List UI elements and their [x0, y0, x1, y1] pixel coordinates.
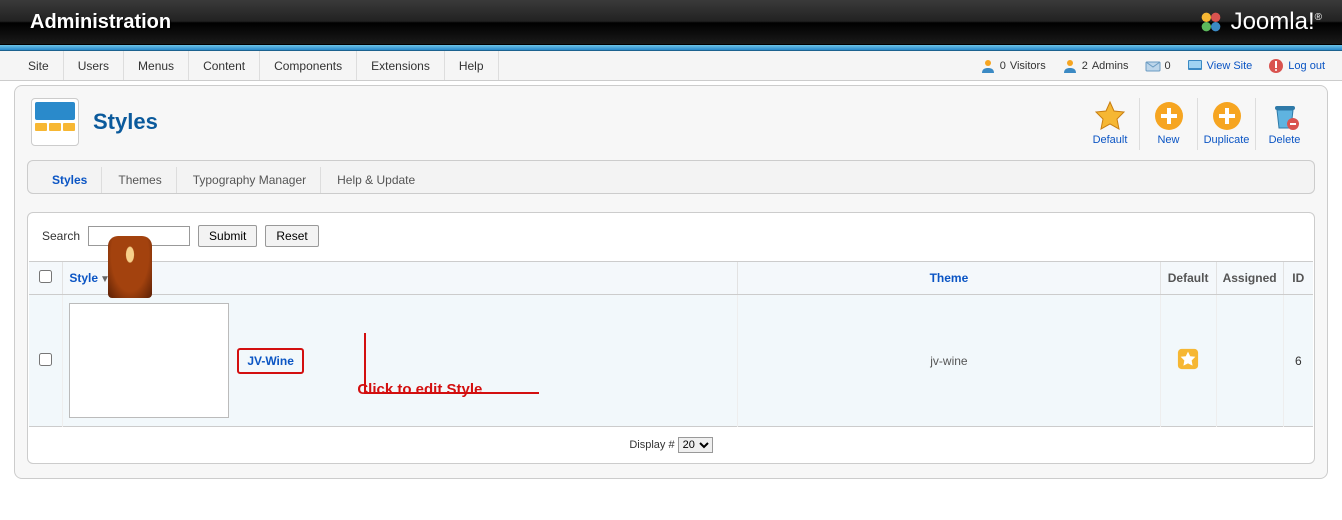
annotation-text: Click to edit Style [357, 381, 482, 398]
menu-menus[interactable]: Menus [124, 51, 189, 80]
new-label: New [1157, 134, 1179, 146]
admin-title: Administration [30, 11, 171, 34]
delete-button[interactable]: Delete [1255, 98, 1313, 150]
tab-themes[interactable]: Themes [104, 167, 176, 193]
duplicate-label: Duplicate [1204, 134, 1250, 146]
display-label: Display # [629, 439, 674, 451]
plus-icon [1153, 100, 1185, 132]
content-box: Search Submit Reset Style▼ Theme Default… [27, 212, 1315, 464]
col-id[interactable]: ID [1283, 262, 1313, 295]
admins-label: Admins [1092, 60, 1129, 72]
logout-icon [1268, 58, 1284, 74]
admins-count: 2 [1082, 60, 1088, 72]
menu-bar: Site Users Menus Content Components Exte… [0, 51, 1342, 81]
status-bar: 0 Visitors 2 Admins 0 View Site Log out [975, 51, 1342, 80]
delete-label: Delete [1269, 134, 1301, 146]
main-menu: Site Users Menus Content Components Exte… [0, 51, 499, 80]
user-icon [980, 58, 996, 74]
assigned-cell [1216, 295, 1283, 427]
tab-typography[interactable]: Typography Manager [179, 167, 321, 193]
select-all-checkbox[interactable] [39, 270, 52, 283]
view-site-label: View Site [1207, 60, 1253, 72]
logo-text: Joomla!® [1231, 8, 1322, 36]
view-site-link[interactable]: View Site [1182, 58, 1258, 74]
default-button[interactable]: Default [1081, 98, 1139, 150]
subtabs: Styles Themes Typography Manager Help & … [27, 160, 1315, 194]
style-name-link[interactable]: JV-Wine [237, 348, 304, 374]
panel-header: Styles Default New Duplicate Delete [15, 86, 1327, 154]
search-label: Search [42, 229, 80, 243]
joomla-icon [1197, 8, 1225, 36]
default-star-icon[interactable] [1177, 348, 1199, 370]
admin-icon [1062, 58, 1078, 74]
row-checkbox[interactable] [39, 353, 52, 366]
style-cell: JV-Wine Click to edit Style [69, 303, 731, 418]
menu-users[interactable]: Users [64, 51, 124, 80]
panel-title-wrap: Styles [27, 92, 158, 152]
col-theme[interactable]: Theme [738, 262, 1160, 295]
logout-label: Log out [1288, 60, 1325, 72]
admin-header: Administration Joomla!® [0, 0, 1342, 45]
reset-button[interactable]: Reset [265, 225, 318, 247]
id-cell: 6 [1283, 295, 1313, 427]
search-row: Search Submit Reset [28, 225, 1314, 261]
menu-content[interactable]: Content [189, 51, 260, 80]
col-default[interactable]: Default [1160, 262, 1216, 295]
theme-name: jv-wine [930, 354, 967, 368]
pagination-row: Display # 20 [28, 427, 1314, 455]
messages-count: 0 [1165, 60, 1171, 72]
table-header-row: Style▼ Theme Default Assigned ID [29, 262, 1313, 295]
template-icon [31, 98, 79, 146]
visitors-label: Visitors [1010, 60, 1046, 72]
toolbar: Default New Duplicate Delete [1081, 94, 1315, 150]
duplicate-button[interactable]: Duplicate [1197, 98, 1255, 150]
col-style-label: Style [69, 271, 98, 285]
col-check [29, 262, 63, 295]
joomla-logo: Joomla!® [1197, 8, 1322, 36]
visitors-status: 0 Visitors [975, 58, 1051, 74]
menu-site[interactable]: Site [14, 51, 64, 80]
mail-icon [1145, 58, 1161, 74]
table-row: JV-Wine Click to edit Style jv-wine [29, 295, 1313, 427]
tab-styles[interactable]: Styles [38, 167, 102, 193]
admins-status: 2 Admins [1057, 58, 1134, 74]
styles-table: Style▼ Theme Default Assigned ID JV-Wi [29, 261, 1313, 427]
messages-status[interactable]: 0 [1140, 58, 1176, 74]
tab-help-update[interactable]: Help & Update [323, 167, 429, 193]
menu-help[interactable]: Help [445, 51, 499, 80]
col-assigned[interactable]: Assigned [1216, 262, 1283, 295]
star-icon [1094, 100, 1126, 132]
page-title: Styles [93, 109, 158, 135]
template-thumbnail[interactable] [69, 303, 229, 418]
trash-icon [1269, 100, 1301, 132]
default-label: Default [1093, 134, 1128, 146]
display-select[interactable]: 20 [678, 437, 713, 453]
col-style[interactable]: Style▼ [63, 262, 738, 295]
menu-components[interactable]: Components [260, 51, 357, 80]
new-button[interactable]: New [1139, 98, 1197, 150]
monitor-icon [1187, 58, 1203, 74]
logout-link[interactable]: Log out [1263, 58, 1330, 74]
main-panel: Styles Default New Duplicate Delete [14, 85, 1328, 479]
visitors-count: 0 [1000, 60, 1006, 72]
menu-extensions[interactable]: Extensions [357, 51, 445, 80]
duplicate-icon [1211, 100, 1243, 132]
submit-button[interactable]: Submit [198, 225, 257, 247]
